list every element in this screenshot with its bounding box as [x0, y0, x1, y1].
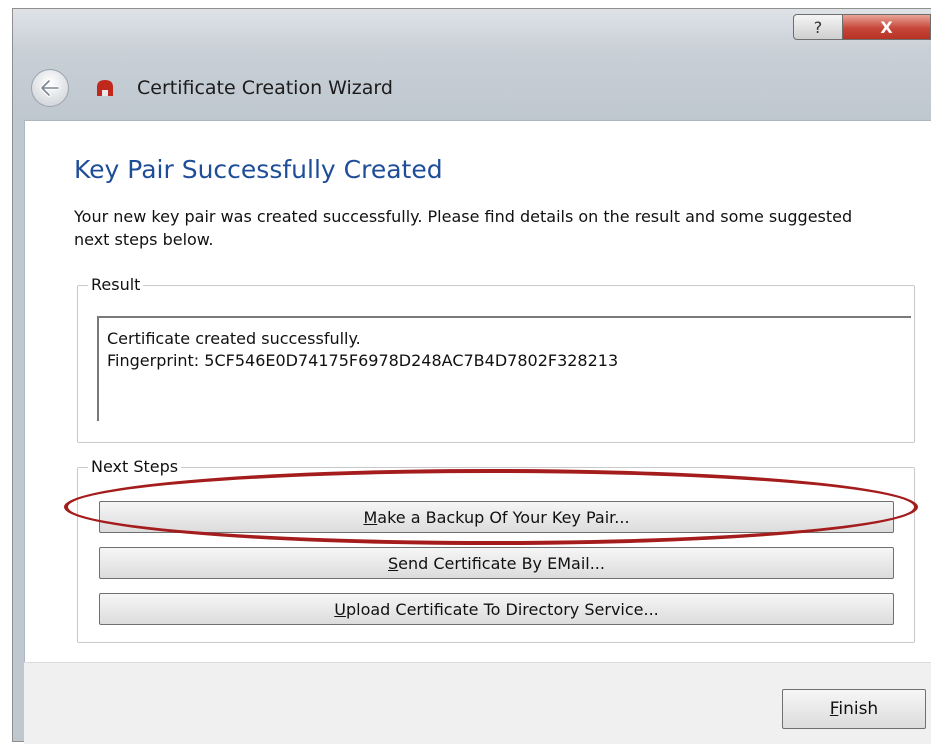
back-button[interactable]	[31, 69, 69, 107]
result-group-label: Result	[88, 275, 144, 294]
result-status-line: Certificate created successfully.	[107, 329, 361, 348]
help-button[interactable]: ?	[793, 14, 843, 40]
certificate-wizard-icon	[97, 80, 113, 96]
result-groupbox: Result Certificate created successfully.…	[77, 275, 915, 443]
finish-button[interactable]: Finish	[782, 689, 926, 729]
send-email-button[interactable]: Send Certificate By EMail...	[99, 547, 894, 579]
wizard-window: ? X Certificate Creation Wizard Key Pair…	[12, 8, 931, 744]
result-textbox[interactable]: Certificate created successfully. Finger…	[97, 316, 911, 421]
page-description: Your new key pair was created successful…	[74, 207, 853, 249]
next-steps-groupbox: Next Steps Make a Backup Of Your Key Pai…	[77, 457, 915, 643]
make-backup-accelerator: M	[363, 508, 378, 527]
upload-certificate-button[interactable]: Upload Certificate To Directory Service.…	[99, 593, 894, 625]
make-backup-label: ake a Backup Of Your Key Pair...	[377, 508, 630, 527]
make-backup-button[interactable]: Make a Backup Of Your Key Pair...	[99, 501, 894, 533]
send-email-accelerator: S	[388, 554, 399, 573]
wizard-page: Key Pair Successfully Created Your new k…	[24, 120, 931, 662]
upload-certificate-label: pload Certificate To Directory Service..…	[345, 600, 659, 619]
wizard-footer: Finish	[24, 662, 931, 744]
finish-label: inish	[838, 699, 879, 719]
close-button[interactable]: X	[843, 14, 931, 40]
upload-certificate-accelerator: U	[334, 600, 346, 619]
back-arrow-icon	[40, 79, 60, 97]
result-fingerprint-line: Fingerprint: 5CF546E0D74175F6978D248AC7B…	[107, 351, 619, 370]
window-title: Certificate Creation Wizard	[137, 77, 393, 99]
caption-buttons: ? X	[793, 14, 931, 40]
send-email-label: end Certificate By EMail...	[398, 554, 605, 573]
page-heading: Key Pair Successfully Created	[74, 155, 443, 184]
next-steps-group-label: Next Steps	[88, 457, 182, 476]
